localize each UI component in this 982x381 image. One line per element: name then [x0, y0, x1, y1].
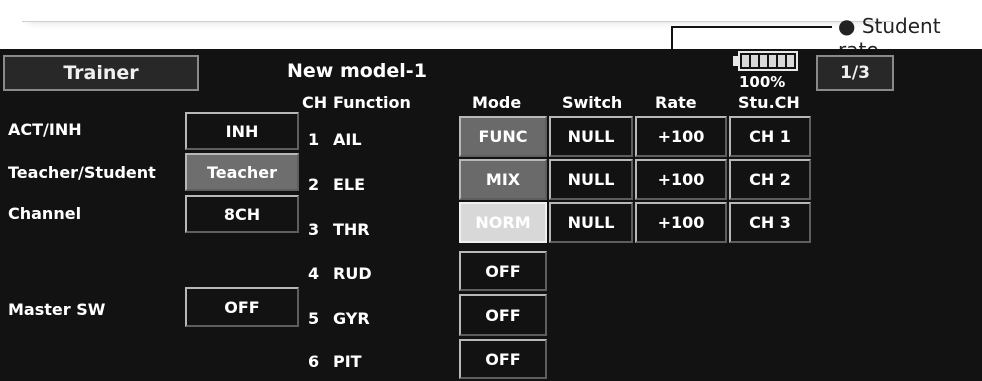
row-function: RUD	[333, 264, 372, 283]
mode-button[interactable]: NORM	[459, 202, 547, 243]
column-rate: Rate	[655, 93, 697, 112]
channel-label: Channel	[8, 204, 82, 223]
mode-button[interactable]: OFF	[459, 251, 547, 291]
master-sw-button[interactable]: OFF	[185, 287, 299, 327]
row-function: ELE	[333, 175, 366, 194]
rate-button[interactable]: +100	[635, 159, 727, 200]
mode-button[interactable]: OFF	[459, 294, 547, 336]
channel-button[interactable]: 8CH	[185, 195, 299, 233]
screen-title-button[interactable]: Trainer	[3, 55, 199, 91]
row-function: AIL	[333, 130, 362, 149]
master-sw-label: Master SW	[8, 300, 106, 319]
battery-percent: 100%	[739, 73, 786, 91]
mode-button[interactable]: OFF	[459, 339, 547, 379]
row-function: GYR	[333, 309, 370, 328]
model-name: New model-1	[287, 60, 427, 82]
column-ch: CH	[302, 93, 328, 112]
page-indicator-button[interactable]: 1/3	[816, 55, 894, 91]
rate-button[interactable]: +100	[635, 116, 727, 157]
battery-icon	[738, 51, 798, 71]
stu-ch-button[interactable]: CH 2	[729, 159, 811, 200]
act-inh-label: ACT/INH	[8, 120, 82, 139]
row-ch: 3	[308, 220, 320, 239]
column-mode: Mode	[472, 93, 522, 112]
switch-button[interactable]: NULL	[549, 159, 633, 200]
column-switch: Switch	[562, 93, 623, 112]
teacher-student-button[interactable]: Teacher	[185, 153, 299, 191]
rate-button[interactable]: +100	[635, 202, 727, 243]
switch-button[interactable]: NULL	[549, 202, 633, 243]
act-inh-button[interactable]: INH	[185, 112, 299, 150]
column-stu-ch: Stu.CH	[738, 93, 800, 112]
row-ch: 5	[308, 309, 320, 328]
row-ch: 2	[308, 175, 320, 194]
row-ch: 6	[308, 352, 320, 371]
mode-button[interactable]: MIX	[459, 159, 547, 200]
callout-line	[672, 26, 832, 28]
row-function: THR	[333, 220, 370, 239]
row-ch: 4	[308, 264, 320, 283]
stu-ch-button[interactable]: CH 3	[729, 202, 811, 243]
mode-button[interactable]: FUNC	[459, 116, 547, 157]
switch-button[interactable]: NULL	[549, 116, 633, 157]
column-function: Function	[333, 93, 411, 112]
row-function: PIT	[333, 352, 362, 371]
teacher-student-label: Teacher/Student	[8, 163, 156, 182]
stu-ch-button[interactable]: CH 1	[729, 116, 811, 157]
row-ch: 1	[308, 130, 320, 149]
top-separator	[22, 0, 892, 22]
